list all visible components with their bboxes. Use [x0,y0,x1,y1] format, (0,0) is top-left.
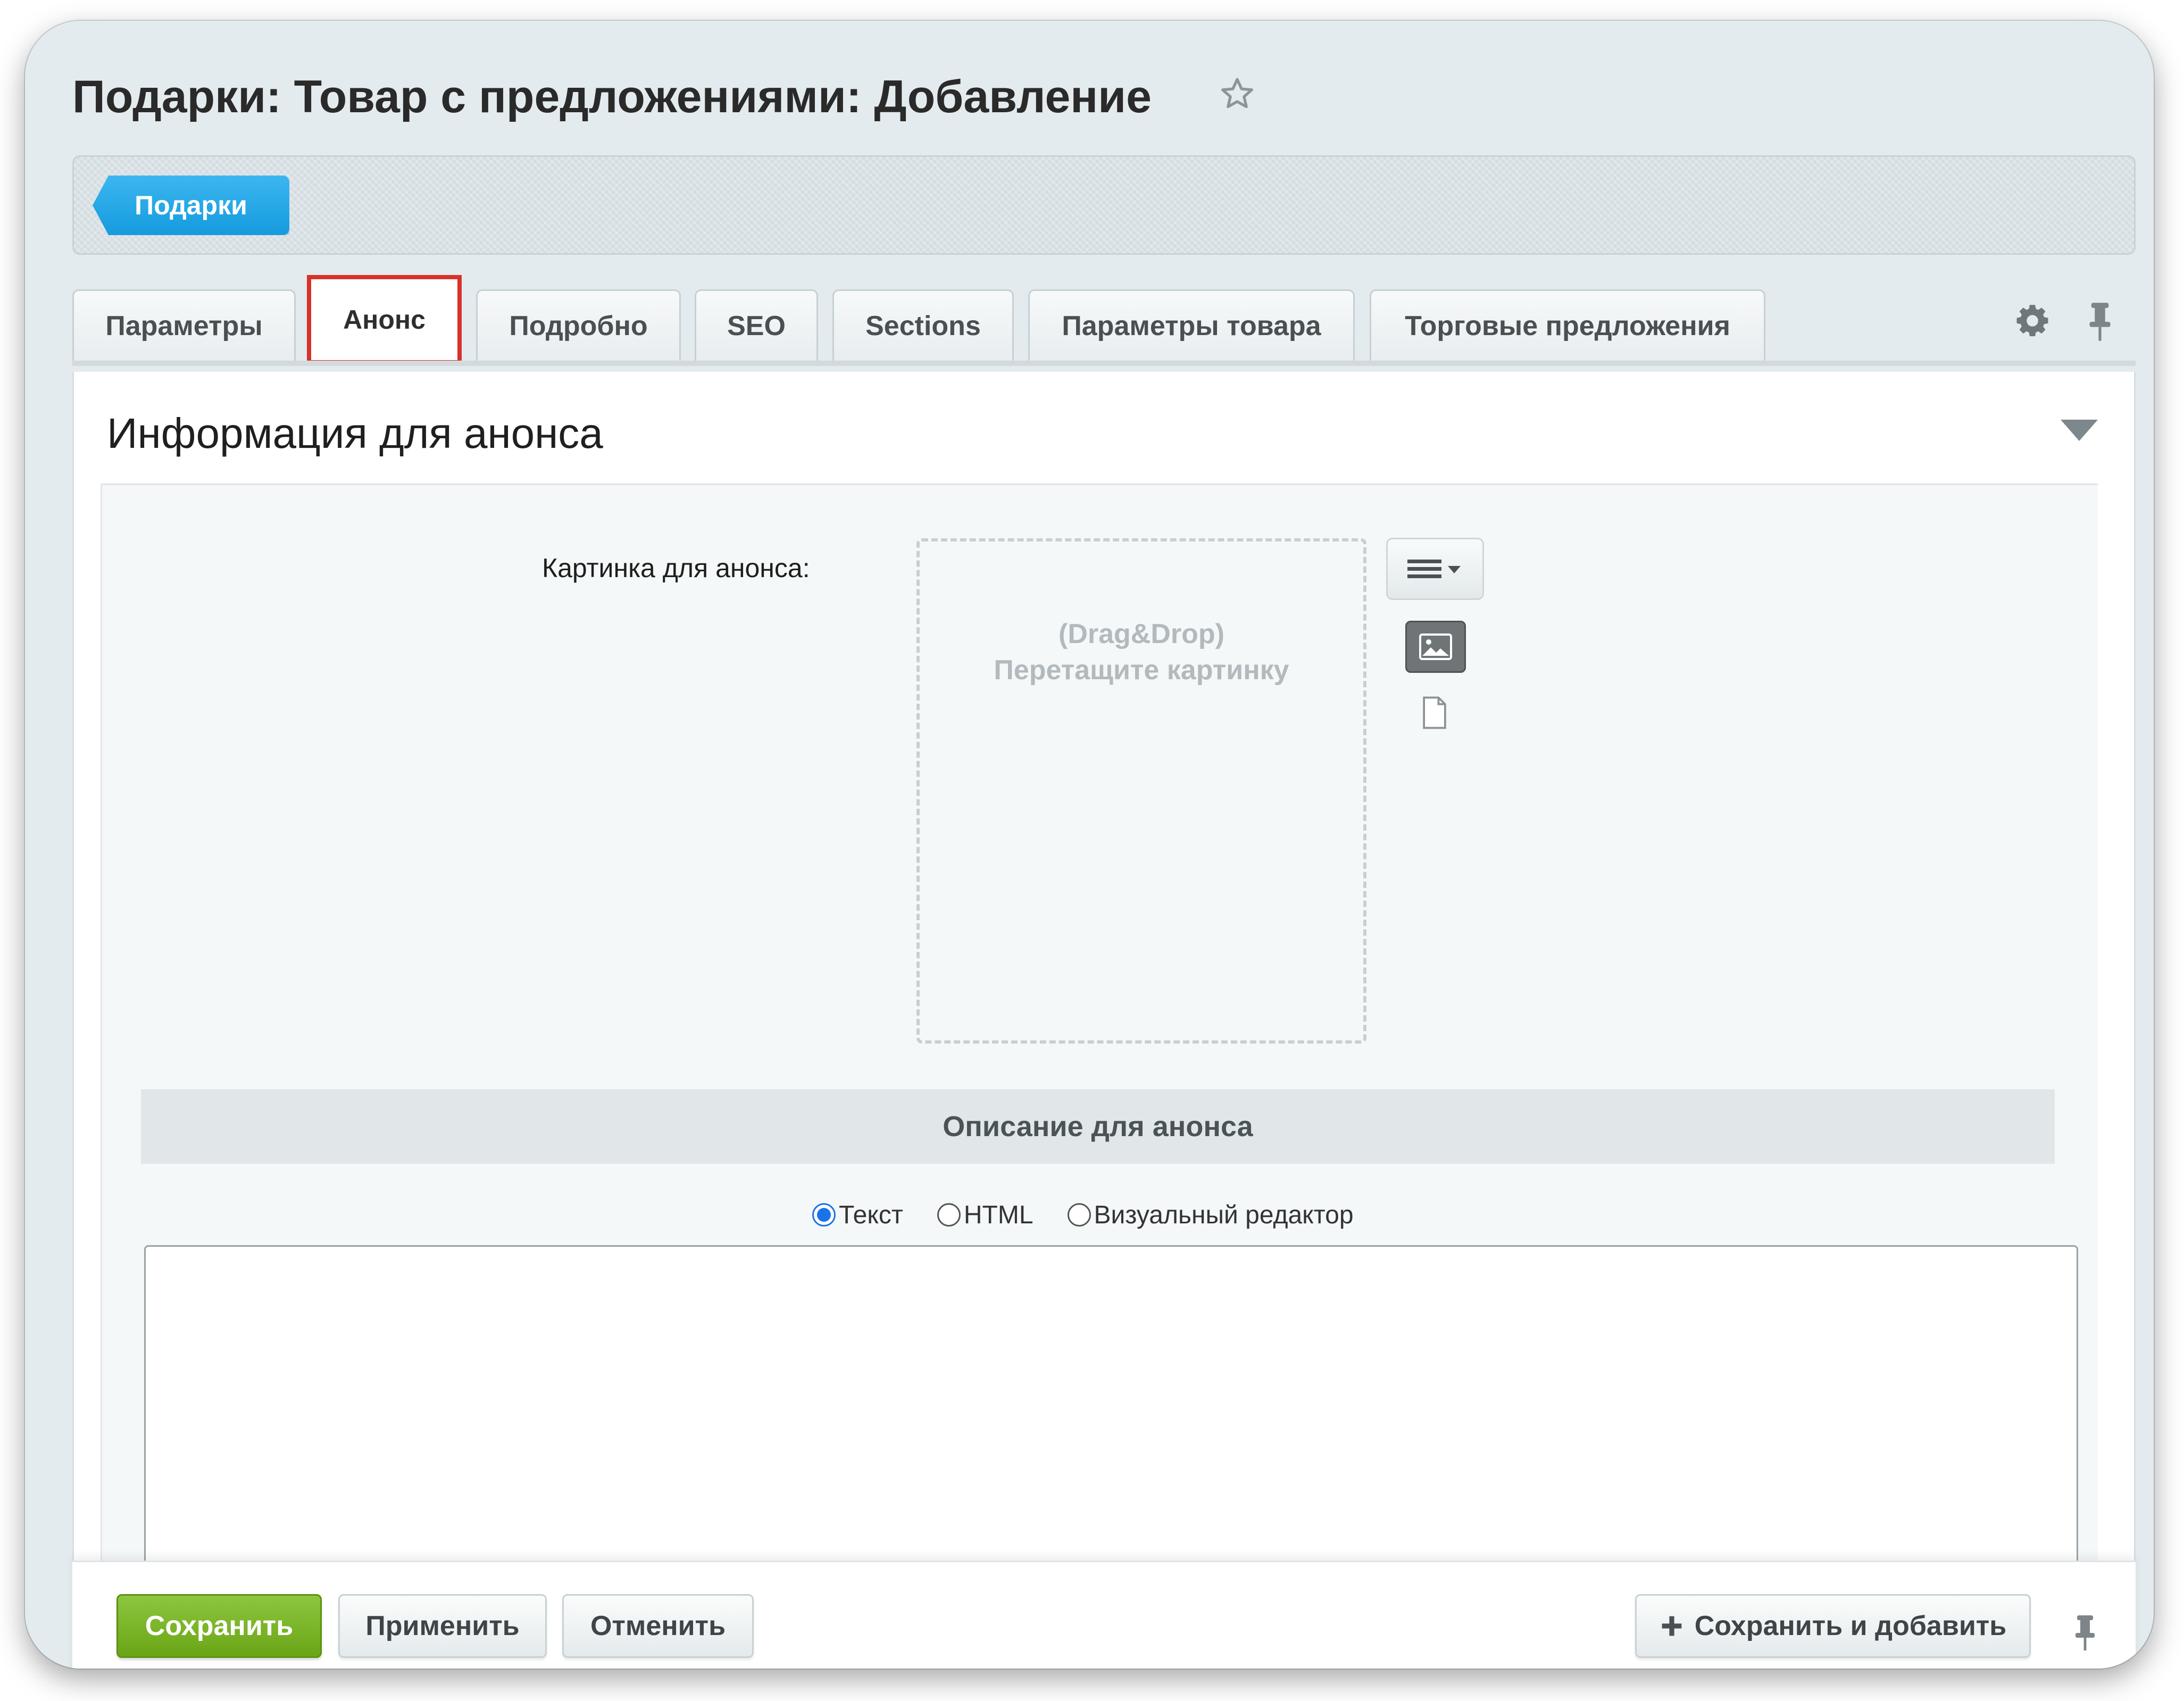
page-title: Подарки: Товар с предложениями: Добавлен… [72,71,1152,122]
window-frame: Подарки: Товар с предложениями: Добавлен… [25,21,2154,1669]
tab-anons[interactable]: Анонс [307,275,462,364]
tab-sections[interactable]: Sections [832,289,1014,361]
image-upload-button[interactable] [1405,621,1466,673]
star-icon[interactable] [1219,76,1256,113]
save-and-add-button[interactable]: Сохранить и добавить [1635,1594,2031,1658]
apply-button[interactable]: Применить [338,1594,547,1658]
picture-label: Картинка для анонса: [542,553,810,583]
save-and-add-label: Сохранить и добавить [1694,1611,2007,1641]
drop-hint: (Drag&Drop) Перетащите картинку [920,616,1363,688]
tab-parameters[interactable]: Параметры [72,289,296,361]
hamburger-icon [1407,559,1461,578]
cancel-button[interactable]: Отменить [562,1594,754,1658]
file-menu-button[interactable] [1386,538,1484,600]
tab-details[interactable]: Подробно [476,289,681,361]
editor-mode-selector: Текст HTML Визуальный редактор [812,1196,1388,1233]
radio-visual-editor[interactable] [1067,1203,1091,1227]
save-button[interactable]: Сохранить [116,1594,322,1658]
radio-html-label[interactable]: HTML [964,1200,1033,1230]
breadcrumb-item-gifts[interactable]: Подарки [93,176,289,235]
file-icon[interactable] [1421,696,1448,729]
pin-icon[interactable] [2072,1613,2098,1653]
radio-text-label[interactable]: Текст [839,1200,903,1230]
breadcrumb: Подарки [72,155,2136,255]
pin-icon[interactable] [2086,301,2114,343]
section-title: Информация для анонса [107,410,603,457]
radio-html[interactable] [937,1203,961,1227]
gear-icon[interactable] [2014,303,2050,339]
tab-offers[interactable]: Торговые предложения [1370,289,1765,361]
tab-product-parameters[interactable]: Параметры товара [1028,289,1355,361]
tab-seo[interactable]: SEO [695,289,818,361]
radio-text[interactable] [812,1203,836,1227]
plus-icon [1662,1616,1682,1636]
tab-divider [72,361,2136,366]
drop-hint-line2: Перетащите картинку [994,655,1289,686]
description-textarea[interactable] [144,1245,2078,1564]
drop-hint-line1: (Drag&Drop) [1058,619,1224,649]
action-bar: Сохранить Применить Отменить Сохранить и… [72,1561,2136,1669]
image-drop-zone[interactable]: (Drag&Drop) Перетащите картинку [916,538,1366,1044]
triangle-down-icon[interactable] [2061,420,2098,441]
image-icon [1419,633,1452,660]
description-header: Описание для анонса [141,1089,2055,1164]
radio-visual-editor-label[interactable]: Визуальный редактор [1094,1200,1354,1230]
